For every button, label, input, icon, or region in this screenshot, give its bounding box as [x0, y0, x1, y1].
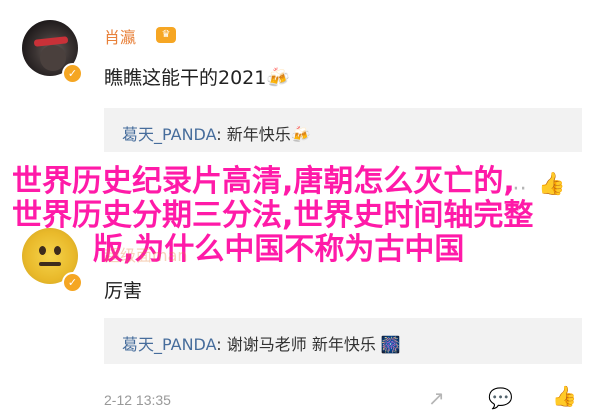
avatar-face [40, 45, 66, 71]
beer-emoji-icon: 🍻 [290, 125, 311, 144]
avatar-eye [54, 246, 61, 255]
verified-badge-icon: ✓ [62, 272, 83, 293]
like-icon[interactable]: 👍 [552, 384, 577, 408]
reply-username[interactable]: 葛天_PANDA [122, 335, 216, 354]
comment-text: 厉害 [104, 280, 143, 302]
overlay-line-2: 世界历史分期三分法,世界史时间轴完整 [12, 198, 534, 233]
reply-separator: : [216, 125, 227, 144]
reply-box[interactable]: 葛天_PANDA: 谢谢马老师 新年快乐 🎆 [104, 318, 582, 364]
vip-crown-icon: ♛ [156, 27, 176, 43]
comment-username[interactable]: 超级面man [104, 242, 188, 266]
comment-text-body: 瞧瞧这能干的2021 [104, 67, 267, 89]
comment-icon[interactable]: 💬 [488, 386, 513, 410]
share-icon[interactable]: ↗ [428, 386, 445, 410]
comment-text: 瞧瞧这能干的2021🍻 [104, 63, 290, 90]
fireworks-emoji-icon: 🎆 [380, 335, 401, 354]
reply-separator: : [216, 335, 227, 354]
reply-text: 谢谢马老师 新年快乐 [226, 335, 376, 354]
reply-text: 新年快乐 [226, 125, 291, 144]
reply-username[interactable]: 葛天_PANDA [122, 125, 216, 144]
comment-timestamp: 2-12 13:35 [104, 392, 171, 408]
avatar-mouth [39, 262, 61, 266]
beer-emoji-icon: 🍻 [266, 67, 291, 89]
comment-username[interactable]: 肖瀛 [104, 24, 136, 48]
overlay-line-1: 世界历史纪录片高清,唐朝怎么灭亡的, [12, 164, 515, 199]
reply-line: 葛天_PANDA: 新年快乐🍻 [122, 121, 311, 145]
reply-line: 葛天_PANDA: 谢谢马老师 新年快乐 🎆 [122, 331, 401, 355]
verified-badge-icon: ✓ [62, 63, 83, 84]
reply-box[interactable]: 葛天_PANDA: 新年快乐🍻 [104, 108, 582, 152]
like-icon[interactable]: 👍 [538, 172, 565, 197]
avatar-eye [39, 246, 46, 255]
